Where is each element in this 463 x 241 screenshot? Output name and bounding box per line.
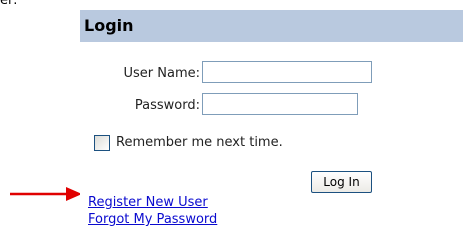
panel-title: Login [84, 16, 134, 35]
remember-me-checkbox[interactable] [94, 135, 110, 151]
cropped-text: er: [0, 0, 18, 8]
remember-me-label[interactable]: Remember me next time. [116, 135, 416, 151]
panel-header: Login [80, 10, 463, 42]
register-new-user-link[interactable]: Register New User [88, 195, 208, 211]
login-panel: Login User Name: Password: Remember me n… [80, 10, 463, 241]
log-in-button[interactable]: Log In [311, 171, 372, 193]
user-name-label: User Name: [123, 66, 201, 81]
red-arrow-icon [10, 187, 82, 201]
password-label: Password: [134, 98, 200, 113]
cropped-text-fragment: er: [0, 0, 40, 8]
forgot-password-link[interactable]: Forgot My Password [88, 212, 217, 228]
password-input[interactable] [202, 93, 358, 115]
user-name-input[interactable] [202, 61, 372, 83]
